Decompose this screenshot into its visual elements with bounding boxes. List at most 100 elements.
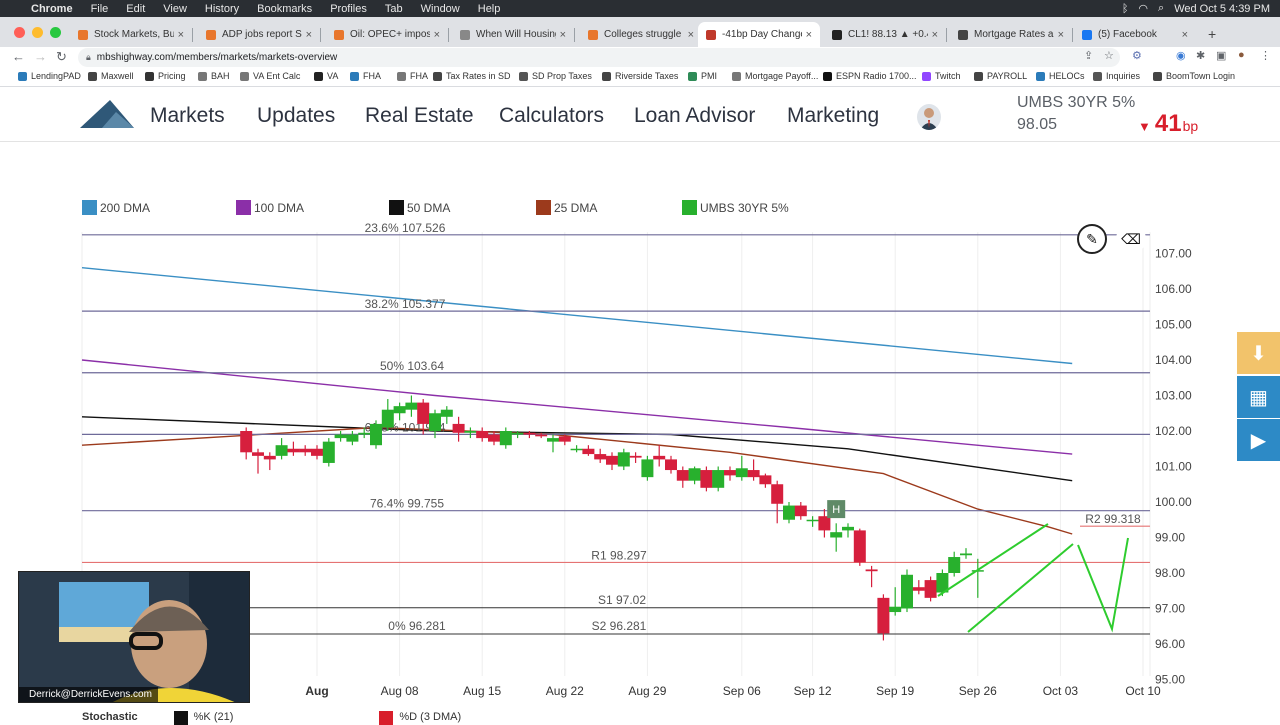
browser-tab[interactable]: (5) Facebook × [1074, 22, 1196, 47]
candle-body [275, 445, 288, 456]
sidepanel-icon[interactable]: ▣ [1216, 49, 1226, 62]
bookmark-favicon-icon [602, 71, 611, 81]
bookmark-label: Maxwell [101, 71, 134, 81]
tab-close-icon[interactable]: × [932, 29, 938, 41]
browser-tab[interactable]: -41bp Day Change × [698, 22, 820, 47]
tab-close-icon[interactable]: × [1058, 29, 1064, 41]
download-icon[interactable]: ⬇ [1237, 332, 1280, 374]
bookmark-item[interactable]: BoomTown Login [1153, 71, 1235, 81]
menu-history[interactable]: History [196, 3, 248, 15]
tab-close-icon[interactable]: × [178, 29, 184, 41]
nav-real-estate[interactable]: Real Estate [365, 104, 474, 128]
tab-close-icon[interactable]: × [560, 29, 566, 41]
tab-close-icon[interactable]: × [434, 29, 440, 41]
moving-average-line [81, 267, 1073, 365]
bookmark-favicon-icon [1153, 71, 1162, 81]
nav-calculators[interactable]: Calculators [499, 104, 604, 128]
candle [488, 431, 500, 446]
grid-apps-icon[interactable]: ▦ [1237, 376, 1280, 418]
browser-tab[interactable]: When Will Housing Pr × [452, 22, 574, 47]
browser-tab[interactable]: Stock Markets, Busin × [70, 22, 192, 47]
browser-tab[interactable]: Colleges struggle wit × [580, 22, 702, 47]
menu-tab[interactable]: Tab [376, 3, 412, 15]
browser-tab[interactable]: Oil: OPEC+ imposes × [326, 22, 448, 47]
address-bar[interactable]: 🔒︎ mbshighway.com/members/markets/market… [78, 48, 1120, 67]
bookmark-item[interactable]: ESPN Radio 1700... [823, 71, 917, 81]
pencil-icon[interactable]: ✎ [1077, 224, 1107, 254]
new-tab-button[interactable]: + [1208, 26, 1216, 42]
bookmark-item[interactable]: Pricing [145, 71, 186, 81]
bookmark-item[interactable]: Maxwell [88, 71, 134, 81]
extension-gear-icon[interactable]: ⚙ [1132, 49, 1142, 62]
bookmark-item[interactable]: HELOCs [1036, 71, 1085, 81]
wifi-icon[interactable]: ◠ [1138, 2, 1148, 15]
bookmark-item[interactable]: Twitch [922, 71, 961, 81]
browser-tab[interactable]: Mortgage Rates and × [950, 22, 1072, 47]
tab-close-icon[interactable]: × [1182, 29, 1188, 41]
bookmark-item[interactable]: VA [314, 71, 338, 81]
bookmark-item[interactable]: PAYROLL [974, 71, 1027, 81]
minimize-window-button[interactable] [32, 27, 43, 38]
candle-body [877, 597, 890, 634]
menubar-clock[interactable]: Wed Oct 5 4:39 PM [1174, 3, 1270, 15]
day-change-badge: ▼ 41 bp [1138, 110, 1198, 138]
nav-markets[interactable]: Markets [150, 104, 225, 128]
menu-view[interactable]: View [154, 3, 196, 15]
menu-help[interactable]: Help [469, 3, 510, 15]
bookmark-item[interactable]: Tax Rates in SD [433, 71, 511, 81]
user-avatar[interactable] [917, 104, 941, 130]
tab-close-icon[interactable]: × [306, 29, 312, 41]
candle-body [700, 470, 713, 488]
menu-profiles[interactable]: Profiles [321, 3, 376, 15]
reload-icon[interactable]: ↻ [56, 49, 67, 65]
tab-close-icon[interactable]: × [688, 29, 694, 41]
y-tick-label: 96.00 [1155, 637, 1185, 651]
menu-bookmarks[interactable]: Bookmarks [248, 3, 321, 15]
profile-avatar-icon[interactable]: ● [1238, 49, 1245, 61]
back-arrow-icon[interactable]: ← [12, 49, 25, 64]
nav-updates[interactable]: Updates [257, 104, 335, 128]
bookmark-label: VA Ent Calc [253, 71, 301, 81]
bookmark-item[interactable]: BAH [198, 71, 230, 81]
candle [665, 455, 677, 474]
menu-app-name[interactable]: Chrome [22, 3, 82, 15]
close-window-button[interactable] [14, 27, 25, 38]
browser-tab[interactable]: ADP jobs report Septe × [198, 22, 320, 47]
search-icon[interactable]: ⌕ [1158, 2, 1164, 15]
menu-window[interactable]: Window [412, 3, 469, 15]
eraser-icon[interactable]: ⌫ [1116, 224, 1146, 254]
menu-file[interactable]: File [82, 3, 118, 15]
bookmark-item[interactable]: Mortgage Payoff... [732, 71, 818, 81]
mbs-highway-logo[interactable] [80, 100, 134, 128]
nav-loan-advisor[interactable]: Loan Advisor [634, 104, 755, 128]
bookmark-item[interactable]: PMI [688, 71, 717, 81]
nav-marketing[interactable]: Marketing [787, 104, 879, 128]
browser-menu-icon[interactable]: ⋮ [1260, 49, 1271, 62]
extensions-puzzle-icon[interactable]: ✱ [1196, 49, 1205, 62]
extension-icon[interactable]: ◉ [1176, 49, 1186, 62]
forward-arrow-icon[interactable]: → [34, 49, 47, 64]
bookmark-item[interactable]: Riverside Taxes [602, 71, 678, 81]
menu-edit[interactable]: Edit [117, 3, 154, 15]
zoom-window-button[interactable] [50, 27, 61, 38]
tab-close-icon[interactable]: × [806, 29, 812, 41]
level-label: R2 99.318 [1085, 512, 1141, 526]
bookmark-item[interactable]: FHA [397, 71, 428, 81]
bluetooth-icon[interactable]: ᛒ [1122, 3, 1129, 15]
y-tick-label: 97.00 [1155, 602, 1185, 616]
video-call-icon[interactable]: ▶ [1237, 419, 1280, 461]
candle [960, 548, 972, 559]
candle-body [523, 432, 536, 435]
browser-tab[interactable]: CL1! 88.13 ▲ +0.42% × [824, 22, 946, 47]
bookmark-item[interactable]: VA Ent Calc [240, 71, 300, 81]
bookmark-item[interactable]: SD Prop Taxes [519, 71, 592, 81]
candle-body [759, 475, 772, 485]
bookmark-item[interactable]: Inquiries [1093, 71, 1140, 81]
tab-favicon-icon [1082, 29, 1092, 40]
candle-body [535, 434, 548, 437]
share-icon[interactable]: ⇪ [1084, 49, 1093, 62]
bookmark-star-icon[interactable]: ☆ [1104, 49, 1114, 62]
bookmark-item[interactable]: FHA [350, 71, 381, 81]
bookmark-item[interactable]: LendingPAD [18, 71, 81, 81]
menubar-status-area: ᛒ ◠ ⌕ Wed Oct 5 4:39 PM [1122, 0, 1270, 17]
